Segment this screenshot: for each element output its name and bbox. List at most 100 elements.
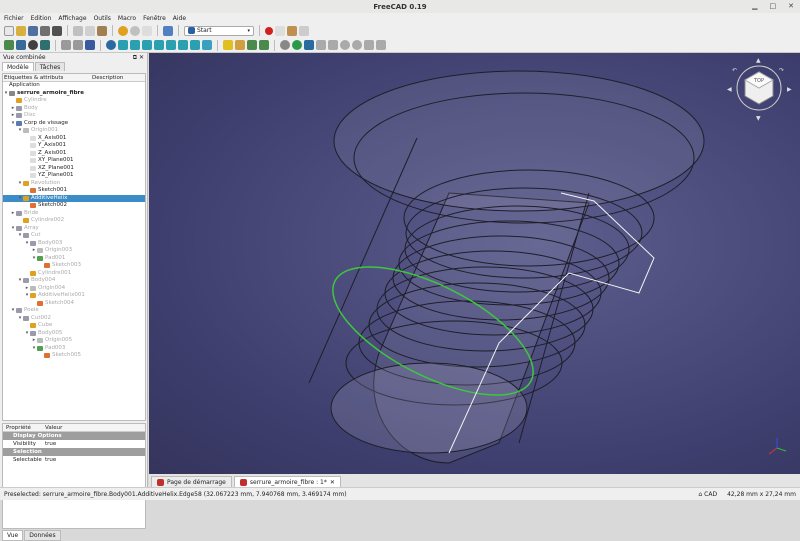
navcube-arrow-up-icon[interactable]: ▲ <box>756 57 761 64</box>
property-value[interactable]: true <box>45 457 56 463</box>
tree-item[interactable]: ▾ Body003 <box>3 240 145 248</box>
tab-modele[interactable]: Modèle <box>2 62 34 71</box>
panel-close-icon[interactable]: ⧉ ✕ <box>133 54 144 62</box>
view-left-icon[interactable] <box>190 40 200 50</box>
tab-vue[interactable]: Vue <box>2 530 24 541</box>
tab-close-icon[interactable]: ✕ <box>330 479 335 486</box>
menu-affichage[interactable]: Affichage <box>58 15 86 22</box>
tree-item[interactable]: ▸ Origin005 <box>3 337 145 345</box>
tree-item[interactable]: ▸ Origin004 <box>3 285 145 293</box>
zoom-icon[interactable] <box>106 40 116 50</box>
view-top-icon[interactable] <box>142 40 152 50</box>
fit-selection-icon[interactable] <box>16 40 26 50</box>
redo-icon[interactable] <box>130 25 140 36</box>
navcube-rotate-left-icon[interactable]: ↶ <box>732 67 737 74</box>
navigation-cube[interactable]: TOP ↶ ↷ ◀ ▶ ▲ ▼ <box>727 57 792 122</box>
tree-item[interactable]: Y_Axis001 <box>3 142 145 150</box>
menu-outils[interactable]: Outils <box>94 15 111 22</box>
tree-item[interactable]: XZ_Plane001 <box>3 165 145 173</box>
tree-header-description[interactable]: Description <box>91 75 123 81</box>
tab-donnees[interactable]: Données <box>24 530 61 541</box>
property-group[interactable]: Display Options <box>3 432 145 440</box>
tree-item[interactable]: ▾ Pad003 <box>3 345 145 353</box>
tree-item[interactable]: X_Axis001 <box>3 135 145 143</box>
tree-item[interactable]: ▾ Revolution <box>3 180 145 188</box>
property-row[interactable]: Visibility true <box>3 440 145 448</box>
menu-edition[interactable]: Edition <box>31 15 52 22</box>
view-front-icon[interactable] <box>130 40 140 50</box>
tree-item[interactable]: ▾ AdditiveHelix <box>3 194 145 202</box>
tree-item[interactable]: Z_Axis001 <box>3 150 145 158</box>
navcube-arrow-left-icon[interactable]: ◀ <box>727 86 732 93</box>
execute-macro-icon[interactable] <box>299 25 309 36</box>
tree-item[interactable]: Application <box>3 82 145 90</box>
view-bottom-icon[interactable] <box>178 40 188 50</box>
tab-document[interactable]: serrure_armoire_fibre : 1* ✕ <box>233 476 341 487</box>
link-icon[interactable] <box>247 40 257 50</box>
menu-aide[interactable]: Aide <box>173 15 186 22</box>
tab-taches[interactable]: Tâches <box>34 62 66 71</box>
tree-header-labels[interactable]: Etiquettes & attributs <box>3 75 91 81</box>
tree-item[interactable]: ▾ Cut <box>3 232 145 240</box>
undo-icon[interactable] <box>118 25 128 36</box>
menu-macro[interactable]: Macro <box>118 15 136 22</box>
bounding-box-icon[interactable] <box>40 40 50 50</box>
zoom-in-icon[interactable] <box>364 40 374 50</box>
tree-item[interactable]: Sketch004 <box>3 300 145 308</box>
open-file-icon[interactable] <box>16 25 26 36</box>
tree-item[interactable]: Cylindre001 <box>3 270 145 278</box>
workbench-selector[interactable]: Start ▾ <box>184 25 254 36</box>
tree-item[interactable]: ▾ serrure_armoire_fibre <box>3 90 145 98</box>
navigation-style[interactable]: ⌂ CAD <box>698 491 717 498</box>
minimize-icon[interactable]: ▁ <box>752 2 757 10</box>
tree-item[interactable]: ▸ Body <box>3 105 145 113</box>
stop-navigation-icon[interactable] <box>280 40 290 50</box>
cut-icon[interactable] <box>73 25 83 36</box>
tree-item[interactable]: Cube <box>3 322 145 330</box>
tree-item[interactable]: Sketch002 <box>3 202 145 210</box>
arrow-right-icon[interactable] <box>73 40 83 50</box>
paste-icon[interactable] <box>97 25 107 36</box>
tab-start-page[interactable]: Page de démarrage <box>151 476 232 487</box>
fit-all-icon[interactable] <box>4 40 14 50</box>
tree-item[interactable]: ▾ Corp de vissage <box>3 120 145 128</box>
menu-fichier[interactable]: Fichier <box>4 15 24 22</box>
web-stop-icon[interactable] <box>352 40 362 50</box>
view-isometric-icon[interactable] <box>118 40 128 50</box>
copy-icon[interactable] <box>85 25 95 36</box>
tree-item[interactable]: YZ_Plane001 <box>3 172 145 180</box>
view-rear-icon[interactable] <box>166 40 176 50</box>
macros-icon[interactable] <box>287 25 297 36</box>
tree-item[interactable]: ▸ Disc <box>3 112 145 120</box>
menu-fenetre[interactable]: Fenêtre <box>143 15 166 22</box>
tree-item[interactable]: Sketch001 <box>3 187 145 195</box>
record-macro-icon[interactable] <box>265 26 273 35</box>
web-home-icon[interactable] <box>292 40 302 50</box>
tree-item[interactable]: Cylindre <box>3 97 145 105</box>
tree-item[interactable]: ▾ Body005 <box>3 330 145 338</box>
web-back-icon[interactable] <box>316 40 326 50</box>
arrow-left-icon[interactable] <box>61 40 71 50</box>
3d-viewport[interactable]: TOP ↶ ↷ ◀ ▶ ▲ ▼ <box>149 53 800 474</box>
tree-item[interactable]: ▾ Body004 <box>3 277 145 285</box>
sync-view-icon[interactable] <box>85 40 95 50</box>
refresh-icon[interactable] <box>142 25 152 36</box>
web-refresh-icon[interactable] <box>340 40 350 50</box>
measure-distance-icon[interactable] <box>202 40 212 50</box>
close-icon[interactable]: ✕ <box>788 2 794 10</box>
property-value[interactable]: true <box>45 441 56 447</box>
tree-item[interactable]: ▸ Bride <box>3 210 145 218</box>
property-group[interactable]: Selection <box>3 448 145 456</box>
tree-item[interactable]: XY_Plane001 <box>3 157 145 165</box>
maximize-icon[interactable]: □ <box>770 2 777 10</box>
create-group-icon[interactable] <box>235 40 245 50</box>
link-actions-icon[interactable] <box>259 40 269 50</box>
3d-model-view[interactable]: TOP ↶ ↷ ◀ ▶ ▲ ▼ <box>149 53 800 474</box>
save-as-icon[interactable] <box>40 25 50 36</box>
print-icon[interactable] <box>52 25 62 36</box>
tree-item[interactable]: ▾ Cut002 <box>3 315 145 323</box>
tree-item[interactable]: ▾ Array <box>3 225 145 233</box>
web-next-icon[interactable] <box>304 40 314 50</box>
tree-item[interactable]: Sketch005 <box>3 352 145 360</box>
navcube-arrow-right-icon[interactable]: ▶ <box>787 86 792 93</box>
